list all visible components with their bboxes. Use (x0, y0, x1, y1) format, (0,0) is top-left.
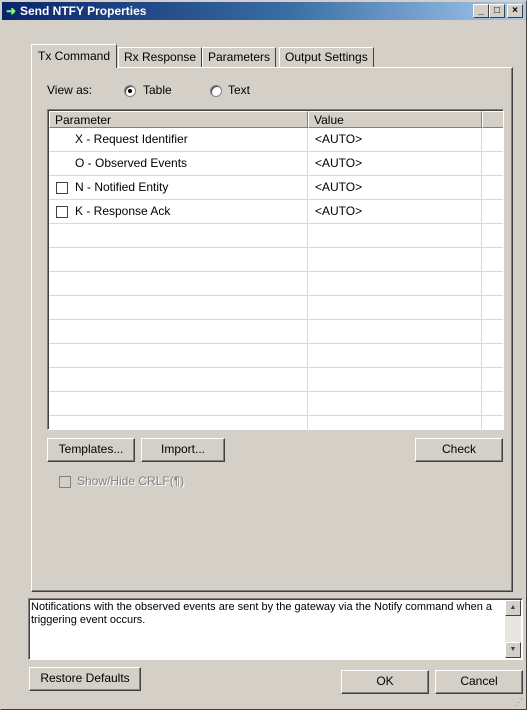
radio-table-label[interactable]: Table (143, 83, 172, 97)
properties-dialog: ➜ Send NTFY Properties _ □ × Tx Command … (0, 0, 527, 710)
empty-row[interactable] (49, 248, 503, 272)
description-box[interactable]: Notifications with the observed events a… (28, 598, 523, 660)
import-button[interactable]: Import... (141, 438, 225, 462)
window-title: Send NTFY Properties (20, 4, 147, 18)
parameter-cell: K - Response Ack (75, 204, 171, 218)
green-arrow-icon: ➜ (6, 4, 17, 18)
value-cell[interactable]: <AUTO> (315, 152, 362, 176)
empty-row[interactable] (49, 224, 503, 248)
tab-output-settings[interactable]: Output Settings (279, 47, 374, 67)
tab-rx-response[interactable]: Rx Response (118, 47, 203, 67)
empty-row[interactable] (49, 272, 503, 296)
title-bar[interactable]: ➜ Send NTFY Properties _ □ × (2, 2, 526, 20)
parameter-cell: N - Notified Entity (75, 180, 169, 194)
row-checkbox[interactable] (56, 206, 68, 218)
radio-text-label[interactable]: Text (228, 83, 250, 97)
tab-tx-command[interactable]: Tx Command (31, 44, 118, 68)
table-row[interactable]: X - Request Identifier <AUTO> (49, 128, 503, 152)
radio-selected-dot (128, 89, 132, 93)
column-header-value[interactable]: Value (308, 111, 482, 128)
show-hide-crlf-checkbox[interactable] (59, 476, 71, 488)
table-row[interactable]: K - Response Ack <AUTO> (49, 200, 503, 224)
value-cell[interactable]: <AUTO> (315, 176, 362, 200)
column-header-blank (482, 111, 503, 128)
row-checkbox[interactable] (56, 182, 68, 194)
description-scrollbar[interactable]: ▲ ▼ (505, 600, 521, 658)
minimize-button[interactable]: _ (473, 4, 489, 18)
radio-table[interactable] (124, 85, 136, 97)
empty-row[interactable] (49, 296, 503, 320)
table-row[interactable]: N - Notified Entity <AUTO> (49, 176, 503, 200)
column-header-parameter[interactable]: Parameter (49, 111, 308, 128)
grid-header: Parameter Value (49, 111, 503, 128)
empty-row[interactable] (49, 392, 503, 416)
close-button[interactable]: × (507, 4, 523, 18)
resize-grip-icon[interactable]: ⋰ (514, 697, 524, 707)
value-cell[interactable]: <AUTO> (315, 128, 362, 152)
cancel-button[interactable]: Cancel (435, 670, 523, 694)
templates-button[interactable]: Templates... (47, 438, 135, 462)
parameter-grid[interactable]: Parameter Value X - Request Identifier <… (47, 109, 504, 430)
ok-button[interactable]: OK (341, 670, 429, 694)
table-row[interactable]: O - Observed Events <AUTO> (49, 152, 503, 176)
scroll-down-arrow-icon[interactable]: ▼ (505, 642, 521, 658)
radio-text[interactable] (210, 85, 222, 97)
description-text: Notifications with the observed events a… (31, 601, 493, 626)
empty-row[interactable] (49, 344, 503, 368)
scroll-up-arrow-icon[interactable]: ▲ (505, 600, 521, 616)
maximize-button[interactable]: □ (489, 4, 505, 18)
parameter-cell: X - Request Identifier (75, 132, 188, 146)
show-hide-crlf-label: Show/Hide CRLF(¶) (77, 474, 185, 488)
empty-row[interactable] (49, 368, 503, 392)
tab-parameters[interactable]: Parameters (202, 47, 277, 67)
value-cell[interactable]: <AUTO> (315, 200, 362, 224)
view-as-label: View as: (47, 83, 93, 97)
restore-defaults-button[interactable]: Restore Defaults (29, 667, 141, 691)
empty-row[interactable] (49, 320, 503, 344)
empty-row[interactable] (49, 416, 503, 429)
check-button[interactable]: Check (415, 438, 503, 462)
parameter-cell: O - Observed Events (75, 156, 188, 170)
